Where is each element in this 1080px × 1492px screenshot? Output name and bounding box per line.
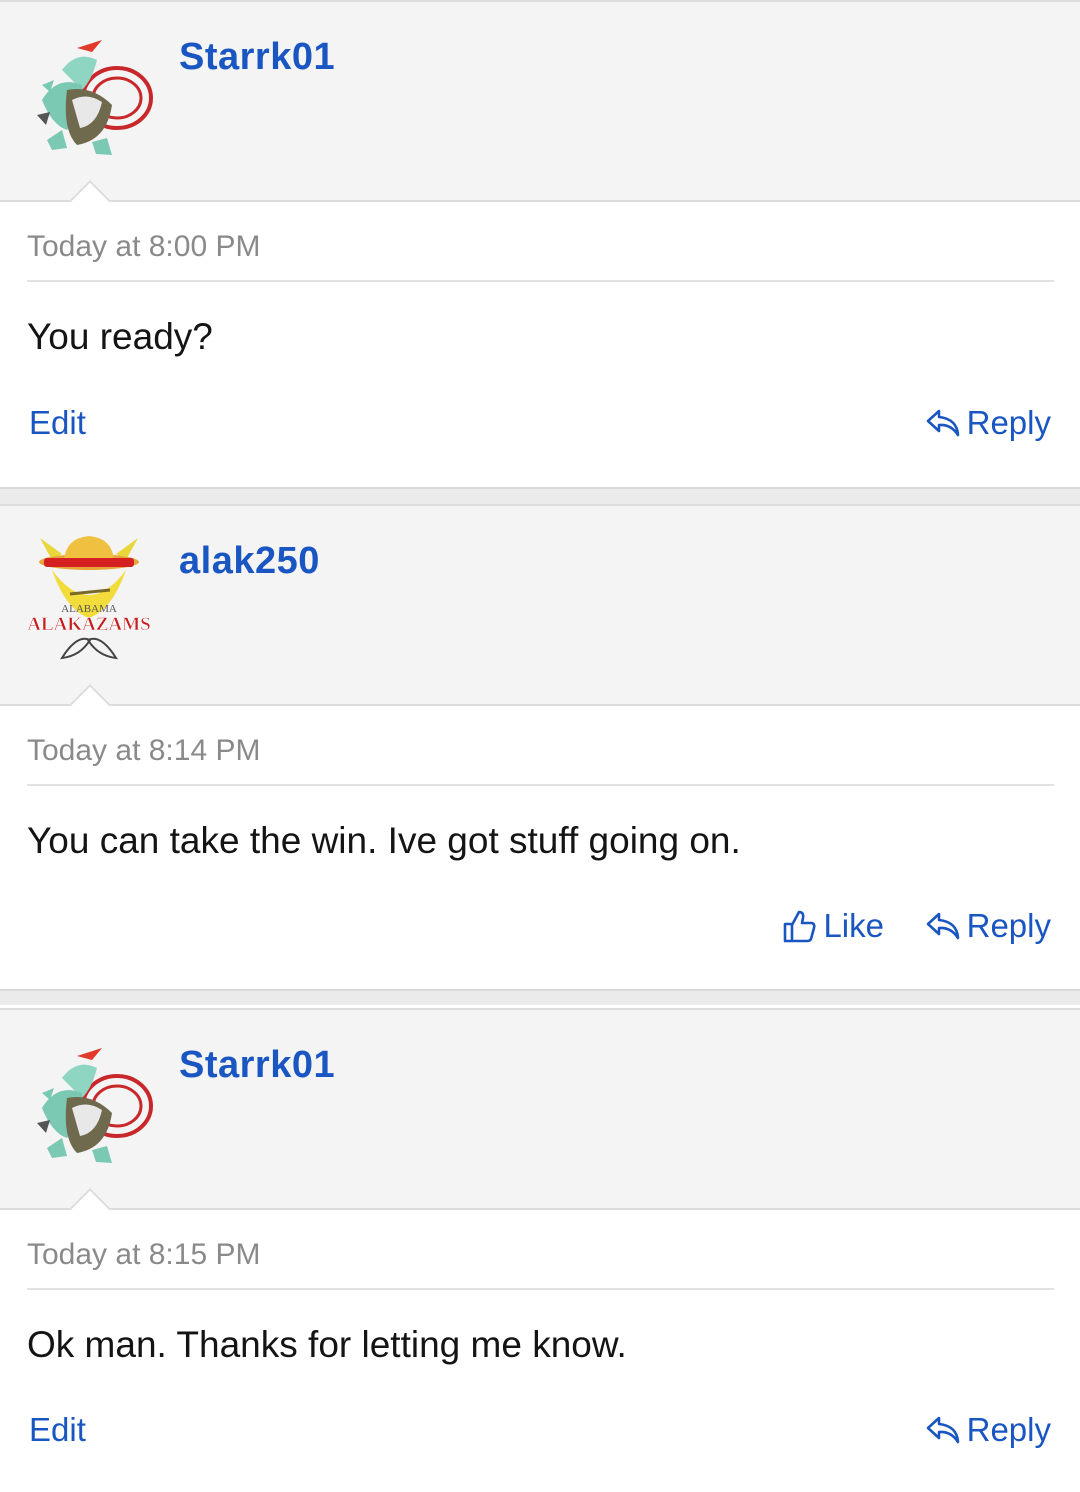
reply-icon [926,912,959,940]
reply-icon [926,409,959,437]
post-3: Starrk01 Today at 8:15 PM Ok man. Thanks… [0,1008,1080,1492]
logo-text: ALAKAZAMS [27,614,151,635]
post-meta: Today at 8:00 PM [27,202,1054,282]
timestamp[interactable]: Today at 8:14 PM [27,734,260,768]
post-meta: Today at 8:14 PM [27,706,1054,786]
reply-label: Reply [966,907,1051,944]
timestamp[interactable]: Today at 8:15 PM [27,1238,260,1272]
pokemon-dragon-avatar-icon[interactable] [22,30,156,164]
username[interactable]: Starrk01 [179,36,335,79]
edit-button[interactable]: Edit [29,404,86,442]
reply-label: Reply [966,1411,1051,1448]
like-label: Like [823,907,884,944]
username[interactable]: Starrk01 [179,1044,335,1087]
thumbs-up-icon [784,910,816,943]
reply-button[interactable]: Reply [925,404,1051,442]
reply-button[interactable]: Reply [925,1411,1051,1449]
post-2: ALABAMA ALAKAZAMS alak250 Today at 8:14 … [0,504,1080,992]
post-actions: Edit Reply [0,1411,1080,1461]
post-separator [0,989,1080,1005]
post-header: Starrk01 [0,0,1080,202]
pokemon-dragon-avatar-icon[interactable] [22,1038,156,1172]
username[interactable]: alak250 [179,540,320,583]
edit-button[interactable]: Edit [29,1411,86,1449]
reply-label: Reply [966,404,1051,441]
post-header: ALABAMA ALAKAZAMS alak250 [0,504,1080,706]
post-meta: Today at 8:15 PM [27,1210,1054,1290]
timestamp[interactable]: Today at 8:00 PM [27,230,260,264]
speech-caret [66,178,112,202]
post-header: Starrk01 [0,1008,1080,1210]
message-text: You ready? [27,316,213,357]
reply-icon [926,1416,959,1444]
post-actions: Like Reply [0,907,1080,957]
speech-caret [66,682,112,706]
like-button[interactable]: Like [781,907,884,945]
post-1: Starrk01 Today at 8:00 PM You ready? Edi… [0,0,1080,487]
reply-button[interactable]: Reply [925,907,1051,945]
post-separator [0,487,1080,504]
speech-caret [66,1186,112,1210]
message-text: Ok man. Thanks for letting me know. [27,1324,627,1365]
message-text: You can take the win. Ive got stuff goin… [27,820,741,861]
post-actions: Edit Reply [0,404,1080,454]
alakazams-team-logo-icon[interactable]: ALABAMA ALAKAZAMS [22,530,156,664]
